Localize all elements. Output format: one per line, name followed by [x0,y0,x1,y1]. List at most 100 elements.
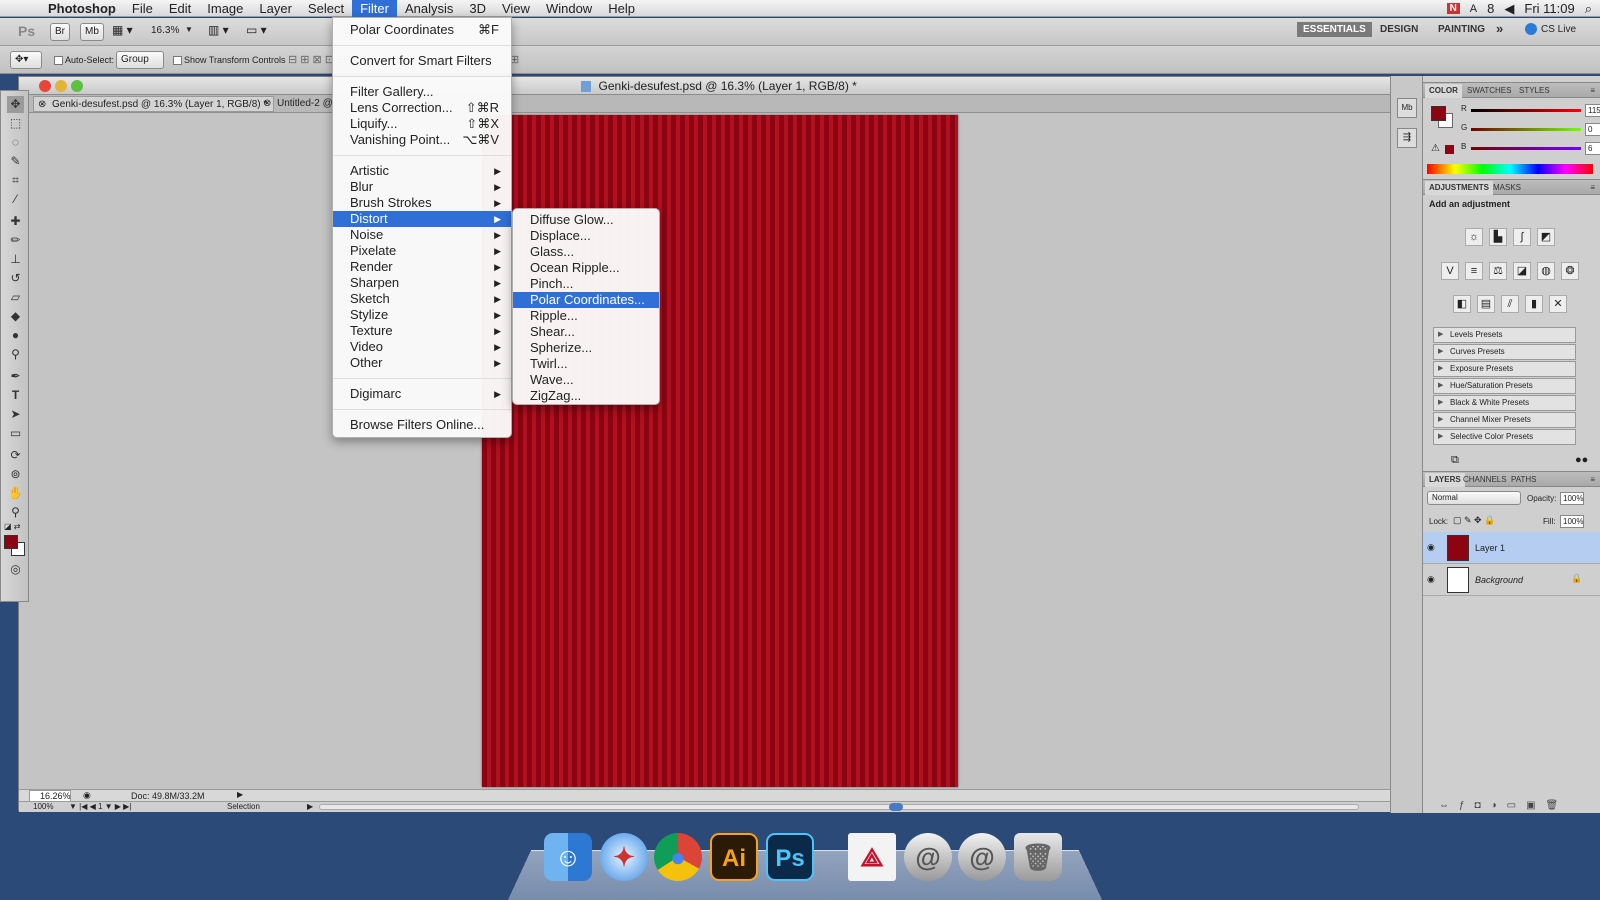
tab-styles[interactable]: STYLES [1515,84,1554,98]
battery-count[interactable]: 8 [1487,1,1494,16]
status2-arrow-icon[interactable]: ▶ [307,802,313,811]
quick-selection-tool-icon[interactable]: ✎ [7,153,24,170]
curves-icon[interactable]: ∫ [1513,228,1531,246]
zoom-tool-icon[interactable]: ⚲ [7,504,24,521]
color-balance-icon[interactable]: ⚖ [1489,262,1507,280]
clone-stamp-tool-icon[interactable]: ⊥ [7,251,24,268]
menu-photoshop[interactable]: Photoshop [40,0,124,17]
view-extras-icon[interactable]: ▦ ▾ [112,23,133,37]
blend-mode-dropdown[interactable]: Normal [1427,491,1521,505]
panel-menu-icon[interactable]: ≡ [1586,473,1599,487]
gamut-swatch[interactable] [1445,145,1454,154]
menu-item-shear[interactable]: Shear... [513,324,659,340]
workspace-essentials[interactable]: ESSENTIALS [1297,22,1372,37]
menu-item-ripple[interactable]: Ripple... [513,308,659,324]
panel-menu-icon[interactable]: ≡ [1586,84,1599,98]
threshold-icon[interactable]: ⫽ [1501,295,1519,313]
eraser-tool-icon[interactable]: ▱ [7,289,24,306]
workspace-design[interactable]: DESIGN [1380,24,1418,35]
levels-presets[interactable]: Levels Presets [1433,327,1576,343]
menu-item-spherize[interactable]: Spherize... [513,340,659,356]
tab-close-icon[interactable]: ⊗ [263,96,271,112]
auto-select-target-dropdown[interactable]: Group [116,51,164,69]
dock-finder-icon[interactable]: ☺ [544,833,592,881]
menu-item-stylize[interactable]: Stylize ▶ [333,307,511,323]
hand-tool-icon[interactable]: ✋ [7,485,24,502]
history-brush-tool-icon[interactable]: ↺ [7,270,24,287]
menu-3d[interactable]: 3D [461,0,494,17]
b-value[interactable]: 6 [1585,142,1600,155]
status2-mode[interactable]: Selection [227,802,260,811]
channel-mixer-icon[interactable]: ❂ [1561,262,1579,280]
menu-item-artistic[interactable]: Artistic ▶ [333,163,511,179]
r-slider[interactable] [1471,109,1581,112]
menu-select[interactable]: Select [300,0,352,17]
default-colors-icon[interactable]: ◪ ⇄ [4,522,20,531]
menu-item-vanishing-point[interactable]: Vanishing Point... ⌥⌘V [333,132,511,148]
status-icon[interactable]: ◉ [83,790,91,801]
zoom-level[interactable]: 16.3% [151,25,179,36]
menu-item-diffuse-glow[interactable]: Diffuse Glow... [513,212,659,228]
menu-item-digimarc[interactable]: Digimarc ▶ [333,386,511,402]
visibility-eye-icon[interactable]: ◉ [1427,542,1435,553]
menu-edit[interactable]: Edit [161,0,199,17]
volume-icon[interactable]: ◀ [1504,1,1514,17]
exposure-presets[interactable]: Exposure Presets [1433,361,1576,377]
channel-mixer-presets[interactable]: Channel Mixer Presets [1433,412,1576,428]
menu-item-pixelate[interactable]: Pixelate ▶ [333,243,511,259]
path-selection-tool-icon[interactable]: ➤ [7,406,24,423]
tab-masks[interactable]: MASKS [1489,181,1525,195]
foreground-color-swatch[interactable] [4,535,18,549]
status2-nav-icons[interactable]: ▼ |◀ ◀ 1 ▼ ▶ ▶| [69,802,131,811]
menu-item-render[interactable]: Render ▶ [333,259,511,275]
lasso-tool-icon[interactable]: ◌ [7,134,24,151]
dodge-tool-icon[interactable]: ⚲ [7,346,24,363]
dock-trash-icon[interactable]: 🗑 [1014,833,1062,881]
menu-item-pinch[interactable]: Pinch... [513,276,659,292]
zoom-button[interactable] [71,80,83,92]
notification-icon[interactable]: N [1446,3,1460,14]
dock-chrome-icon[interactable]: ● [654,833,702,881]
menu-file[interactable]: File [124,0,161,17]
minimize-button[interactable] [55,80,67,92]
gamut-warning-icon[interactable]: ⚠ [1431,143,1440,154]
arrange-documents-icon[interactable]: ▥ ▾ [208,23,229,37]
menu-item-zigzag[interactable]: ZigZag... [513,388,659,404]
layer-row-background[interactable]: ◉ Background 🔒 [1423,564,1600,596]
tab-genki-desufest[interactable]: ⊗ Genki-desufest.psd @ 16.3% (Layer 1, R… [33,96,275,112]
menu-window[interactable]: Window [538,0,600,17]
menu-item-browse-filters-online[interactable]: Browse Filters Online... [333,417,511,433]
color-ramp[interactable] [1427,164,1593,174]
menu-item-brush-strokes[interactable]: Brush Strokes ▶ [333,195,511,211]
menu-item-video[interactable]: Video ▶ [333,339,511,355]
tab-adjustments[interactable]: ADJUSTMENTS [1425,181,1494,195]
hue-saturation-presets[interactable]: Hue/Saturation Presets [1433,378,1576,394]
zoom-dropdown-icon[interactable]: ▼ [185,25,193,34]
posterize-icon[interactable]: ▤ [1477,295,1495,313]
bridge-button[interactable]: Br [50,23,70,41]
adobe-icon[interactable]: A [1470,3,1477,15]
menu-item-glass[interactable]: Glass... [513,244,659,260]
brightness-icon[interactable]: ☼ [1465,228,1483,246]
menu-layer[interactable]: Layer [251,0,300,17]
b-slider[interactable] [1471,147,1581,150]
adjustments-options-icon[interactable]: ●● [1575,454,1588,466]
scroll-thumb[interactable] [889,803,903,811]
dock-safari-icon[interactable]: ✦ [600,833,648,881]
tab-color[interactable]: COLOR [1425,84,1462,98]
menu-analysis[interactable]: Analysis [397,0,461,17]
layer-row-layer-1[interactable]: ◉ Layer 1 [1423,532,1600,564]
type-tool-icon[interactable]: T [7,387,24,404]
selective-color-icon[interactable]: ✕ [1549,295,1567,313]
quick-mask-icon[interactable]: ◎ [7,561,24,578]
g-value[interactable]: 0 [1585,123,1600,136]
paint-bucket-tool-icon[interactable]: ◆ [7,308,24,325]
crop-tool-icon[interactable]: ⌗ [7,172,24,189]
color-fg-swatch[interactable] [1431,106,1446,121]
menu-item-polar-coordinates[interactable]: Polar Coordinates... [513,292,659,308]
menu-item-distort[interactable]: Distort ▶ [333,211,511,227]
vibrance-icon[interactable]: V [1441,262,1459,280]
opacity-field[interactable]: 100% [1560,492,1584,505]
horizontal-scrollbar[interactable] [319,804,1359,810]
layer-name[interactable]: Background [1475,575,1523,585]
